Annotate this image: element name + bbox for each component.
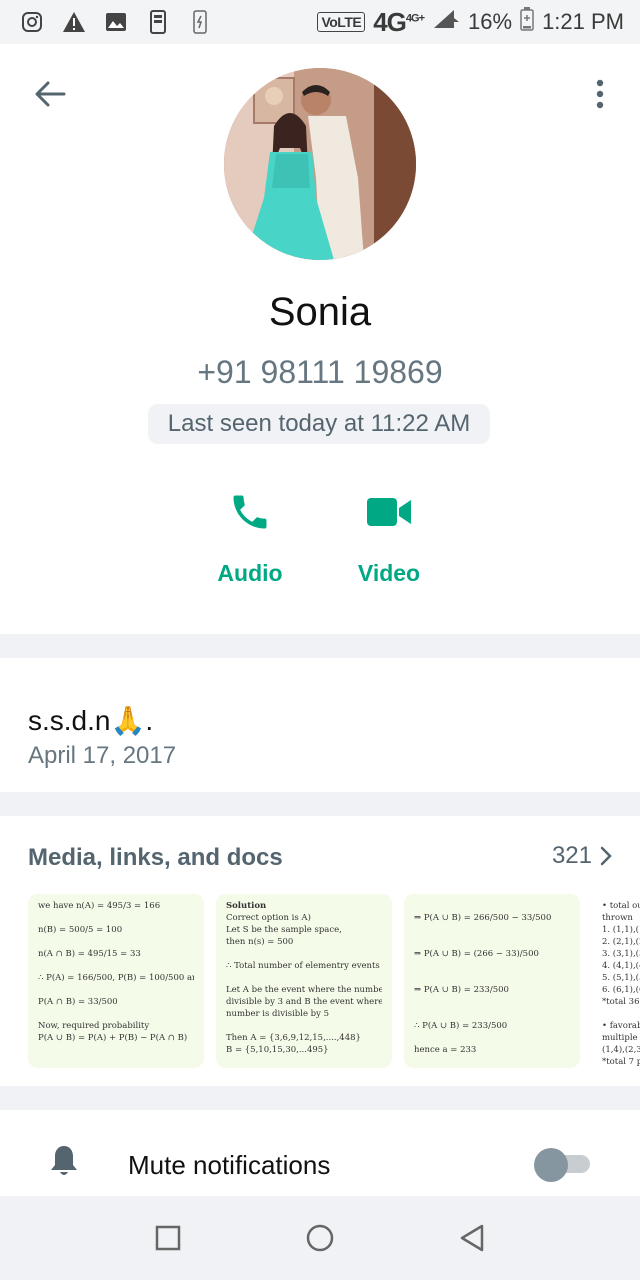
thumb-line: Now, required probability	[38, 1021, 150, 1031]
profile-photo[interactable]	[224, 68, 416, 260]
thumb-line: • favorab	[602, 1021, 640, 1031]
thumb-line: B = {5,10,15,30,...495}	[226, 1045, 329, 1055]
last-seen-badge: Last seen today at 11:22 AM	[148, 404, 490, 444]
media-thumb-4[interactable]: • total ou thrown 1. (1,1),(1,2), 2. (2,…	[592, 894, 640, 1068]
thumb-line: number is divisible by 5	[226, 1009, 330, 1019]
thumb-line: multiple	[602, 1033, 638, 1043]
thumb-line: n(B) = 500/5 = 100	[38, 925, 123, 935]
thumb-line: Let A be the event where the number is	[226, 985, 382, 995]
bell-icon	[51, 1146, 77, 1175]
mute-toggle[interactable]	[534, 1148, 592, 1182]
thumb-line: ⇒ P(A ∪ B) = 233/500	[414, 985, 509, 995]
thumb-line: n(A ∩ B) = 495/15 = 33	[38, 949, 141, 959]
video-call-button[interactable]: Video	[329, 484, 449, 587]
thumb-line: thrown	[602, 913, 633, 923]
thumb-line: P(A ∪ B) = P(A) + P(B) − P(A ∩ B)	[38, 1033, 188, 1043]
signal-icon	[432, 8, 460, 36]
instagram-icon	[20, 10, 44, 34]
media-card: Media, links, and docs 321 we have n(A) …	[0, 816, 640, 1086]
back-nav-button[interactable]	[452, 1218, 492, 1258]
arrow-back-icon	[35, 81, 66, 107]
thumb-line: 4. (4,1),(4,2	[602, 961, 640, 971]
status-bar: VoLTE 4G4G+ 16% 1:21 PM	[0, 0, 640, 44]
media-thumb-3[interactable]: ⇒ P(A ∪ B) = 266/500 − 33/500 ⇒ P(A ∪ B)…	[404, 894, 580, 1068]
media-count: 321	[551, 842, 592, 869]
thumb-line: ⇒ P(A ∪ B) = 266/500 − 33/500	[414, 913, 552, 923]
about-date: April 17, 2017	[28, 742, 177, 769]
thumb-line: ∴ P(A) = 166/500, P(B) = 100/500 and	[38, 973, 194, 983]
square-icon	[155, 1225, 181, 1251]
media-thumb-1[interactable]: we have n(A) = 495/3 = 166 n(B) = 500/5 …	[28, 894, 204, 1068]
media-title[interactable]: Media, links, and docs	[28, 844, 283, 872]
thumb-line: 6. (6,1),(6,2	[602, 985, 640, 995]
battery-percent: 16%	[468, 9, 513, 34]
thumb-line: ∴ Total number of elementry events = 500	[226, 961, 382, 971]
media-thumbnails: we have n(A) = 495/3 = 166 n(B) = 500/5 …	[28, 894, 640, 1068]
image-icon	[104, 10, 128, 34]
media-count-link[interactable]: 321	[552, 842, 612, 870]
more-options-button[interactable]	[582, 74, 618, 114]
home-button[interactable]	[300, 1218, 340, 1258]
thumb-line: 3. (3,1),(3,2	[602, 949, 640, 959]
thumb-line: then n(s) = 500	[226, 937, 294, 947]
thumb-line: hence a = 233	[414, 1045, 477, 1055]
thumb-line: Correct option is A)	[226, 913, 311, 923]
thumb-line: 2. (2,1),(2,2	[602, 937, 640, 947]
about-card[interactable]: s.s.d.n🙏. April 17, 2017	[0, 658, 640, 792]
thumb-line: Then A = {3,6,9,12,15,....,448}	[226, 1033, 361, 1043]
video-label: Video	[357, 560, 421, 586]
triangle-back-icon	[460, 1224, 484, 1252]
contact-name: Sonia	[268, 290, 372, 334]
chevron-right-icon	[600, 846, 612, 866]
circle-icon	[306, 1224, 334, 1252]
about-text: s.s.d.n🙏.	[28, 705, 154, 736]
back-button[interactable]	[30, 74, 70, 114]
thumb-line: 5. (5,1),(5,2	[602, 973, 640, 983]
recents-button[interactable]	[148, 1218, 188, 1258]
thumb-line: Solution	[226, 901, 267, 911]
thumb-line: *total 7 p	[602, 1057, 640, 1067]
thumb-line: P(A ∩ B) = 33/500	[38, 997, 118, 1007]
contact-info-screen: VoLTE 4G4G+ 16% 1:21 PM Sonia +91 98111 …	[0, 0, 640, 1280]
thumb-line: *total 36 p	[602, 997, 640, 1007]
thumb-line: (1,4),(2,3),(	[602, 1045, 640, 1055]
system-nav-bar	[0, 1196, 640, 1280]
toggle-knob	[534, 1148, 568, 1182]
phone-storage-icon	[146, 10, 170, 34]
thumb-line: • total ou	[602, 901, 640, 911]
network-type: 4G4G+	[373, 6, 425, 37]
contact-phone: +91 98111 19869	[197, 354, 443, 390]
thumb-line: divisible by 3 and B the event where the	[226, 997, 382, 1007]
charging-phone-icon	[188, 10, 212, 34]
thumb-line: 1. (1,1),(1,2),	[602, 925, 640, 935]
volte-indicator: VoLTE	[317, 12, 366, 32]
warning-icon	[62, 10, 86, 34]
more-vertical-icon	[596, 79, 604, 109]
thumb-line: Let S be the sample space,	[226, 925, 342, 935]
thumb-line: we have n(A) = 495/3 = 166	[38, 901, 161, 911]
thumb-line: ⇒ P(A ∪ B) = (266 − 33)/500	[414, 949, 539, 959]
clock: 1:21 PM	[542, 9, 624, 34]
mute-label: Mute notifications	[128, 1150, 331, 1180]
audio-call-button[interactable]: Audio	[190, 484, 310, 587]
phone-icon	[233, 495, 267, 529]
video-camera-icon	[367, 498, 411, 526]
media-thumb-2[interactable]: Solution Correct option is A) Let S be t…	[216, 894, 392, 1068]
profile-header-card: Sonia +91 98111 19869 Last seen today at…	[0, 44, 640, 634]
battery-icon	[520, 7, 534, 37]
mute-notifications-row[interactable]: Mute notifications	[0, 1110, 640, 1196]
thumb-line: ∴ P(A ∪ B) = 233/500	[414, 1021, 508, 1031]
audio-label: Audio	[217, 560, 283, 586]
